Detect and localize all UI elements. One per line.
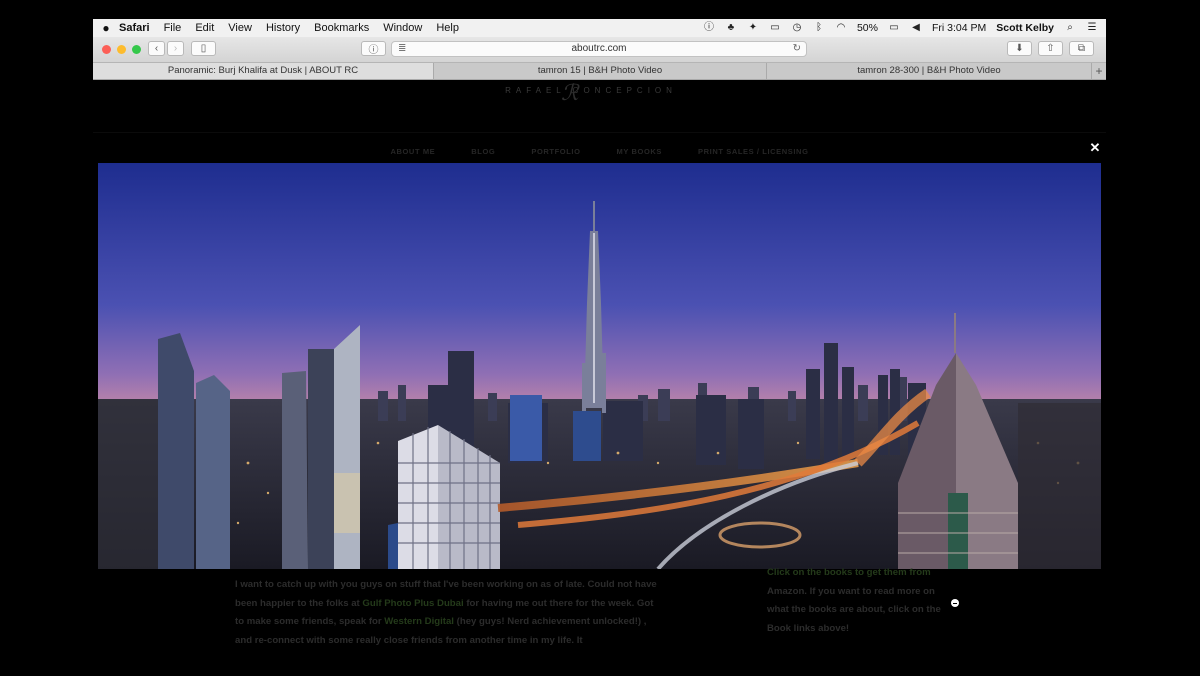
downloads-button[interactable]: ⬇ (1007, 41, 1032, 56)
link-western-digital[interactable]: Western Digital (384, 616, 454, 627)
blog-post-text: I want to catch up with you guys on stuf… (235, 576, 665, 650)
window-controls (102, 45, 141, 54)
reload-icon[interactable]: ↻ (793, 42, 801, 56)
onepassword-icon[interactable]: ⓘ (703, 22, 715, 34)
sidebar-button[interactable]: ▯ (191, 41, 216, 56)
tab-tamron-15[interactable]: tamron 15 | B&H Photo Video (434, 63, 767, 79)
clock[interactable]: Fri 3:04 PM (932, 22, 986, 34)
menu-bar: ● Safari File Edit View History Bookmark… (93, 19, 1106, 37)
dropbox-icon[interactable]: ✦ (747, 22, 759, 34)
onepassword-icon: ⓘ (368, 45, 379, 56)
menu-history[interactable]: History (266, 22, 300, 34)
chevron-left-icon: ‹ (154, 43, 159, 54)
onepassword-extension-button[interactable]: ⓘ (361, 41, 386, 56)
new-tab-plus-icon[interactable]: + (1092, 63, 1106, 79)
sidebar-books-text: Click on the books to get them from Amaz… (767, 564, 957, 638)
evernote-icon[interactable]: ♣ (725, 22, 737, 34)
nav-my-books[interactable]: MY BOOKS (617, 147, 663, 156)
volume-icon[interactable]: ◀ (910, 22, 922, 34)
spotlight-search-icon[interactable]: ⌕ (1064, 22, 1076, 34)
zoom-out-cursor-icon (951, 599, 959, 607)
status-area: ⓘ ♣ ✦ ▭ ◷ ᛒ ◠ 50% ▭ ◀ Fri 3:04 PM Scott … (703, 19, 1098, 37)
tab-overview-button[interactable]: ⧉ (1069, 41, 1094, 56)
back-button[interactable]: ‹ (148, 41, 165, 56)
airplay-icon[interactable]: ▭ (769, 22, 781, 34)
battery-icon[interactable]: ▭ (888, 22, 900, 34)
header-divider (93, 132, 1106, 133)
menu-app-name[interactable]: Safari (119, 22, 150, 34)
wifi-icon[interactable]: ◠ (835, 22, 847, 34)
window-zoom-button[interactable] (132, 45, 141, 54)
user-name[interactable]: Scott Kelby (996, 22, 1054, 34)
download-icon: ⬇ (1015, 43, 1024, 54)
window-close-button[interactable] (102, 45, 111, 54)
menu-edit[interactable]: Edit (195, 22, 214, 34)
lightbox-close-icon[interactable]: ✕ (1089, 141, 1101, 154)
safari-toolbar: ‹ › ▯ ⓘ ≣ aboutrc.com ↻ ⬇ ⇧ ⧉ (93, 37, 1106, 63)
menu-help[interactable]: Help (436, 22, 459, 34)
menu-file[interactable]: File (164, 22, 182, 34)
site-navigation: ABOUT ME BLOG PORTFOLIO MY BOOKS PRINT S… (93, 147, 1106, 156)
time-machine-icon[interactable]: ◷ (791, 22, 803, 34)
nav-portfolio[interactable]: PORTFOLIO (531, 147, 580, 156)
burj-khalifa-panorama (98, 163, 1101, 569)
nav-about-me[interactable]: ABOUT ME (390, 147, 435, 156)
books-link[interactable]: Click on the books to get them from (767, 567, 931, 578)
nav-print-sales-licensing[interactable]: PRINT SALES / LICENSING (698, 147, 808, 156)
battery-percent: 50% (856, 22, 878, 34)
address-bar[interactable]: ≣ aboutrc.com ↻ (391, 41, 807, 57)
reader-view-icon[interactable]: ≣ (398, 42, 406, 56)
menu-bookmarks[interactable]: Bookmarks (314, 22, 369, 34)
chevron-right-icon: › (173, 43, 178, 54)
apple-menu-icon[interactable]: ● (93, 21, 119, 35)
tab-panoramic-burj-khalifa[interactable]: Panoramic: Burj Khalifa at Dusk | ABOUT … (93, 63, 434, 79)
tab-overview-icon: ⧉ (1077, 43, 1086, 54)
window-minimize-button[interactable] (117, 45, 126, 54)
screen: ● Safari File Edit View History Bookmark… (93, 19, 1106, 676)
sidebar-icon: ▯ (200, 43, 207, 54)
site-logo[interactable]: RAFAEL CONCEPCION (491, 86, 691, 95)
sidebar-body: Amazon. If you want to read more on what… (767, 585, 941, 634)
tab-bar: Panoramic: Burj Khalifa at Dusk | ABOUT … (93, 63, 1106, 80)
menu-window[interactable]: Window (383, 22, 422, 34)
nav-blog[interactable]: BLOG (471, 147, 495, 156)
tab-tamron-28-300[interactable]: tamron 28-300 | B&H Photo Video (767, 63, 1092, 79)
link-gulf-photo-plus[interactable]: Gulf Photo Plus Dubai (362, 598, 463, 609)
menu-view[interactable]: View (228, 22, 252, 34)
lightbox-photo[interactable] (98, 163, 1101, 569)
bluetooth-icon[interactable]: ᛒ (813, 22, 825, 34)
web-page: ℛ RAFAEL CONCEPCION ABOUT ME BLOG PORTFO… (93, 80, 1106, 676)
forward-button[interactable]: › (167, 41, 184, 56)
url-text: aboutrc.com (571, 43, 627, 54)
notification-center-icon[interactable]: ☰ (1086, 22, 1098, 34)
share-button[interactable]: ⇧ (1038, 41, 1063, 56)
share-icon: ⇧ (1046, 43, 1055, 54)
